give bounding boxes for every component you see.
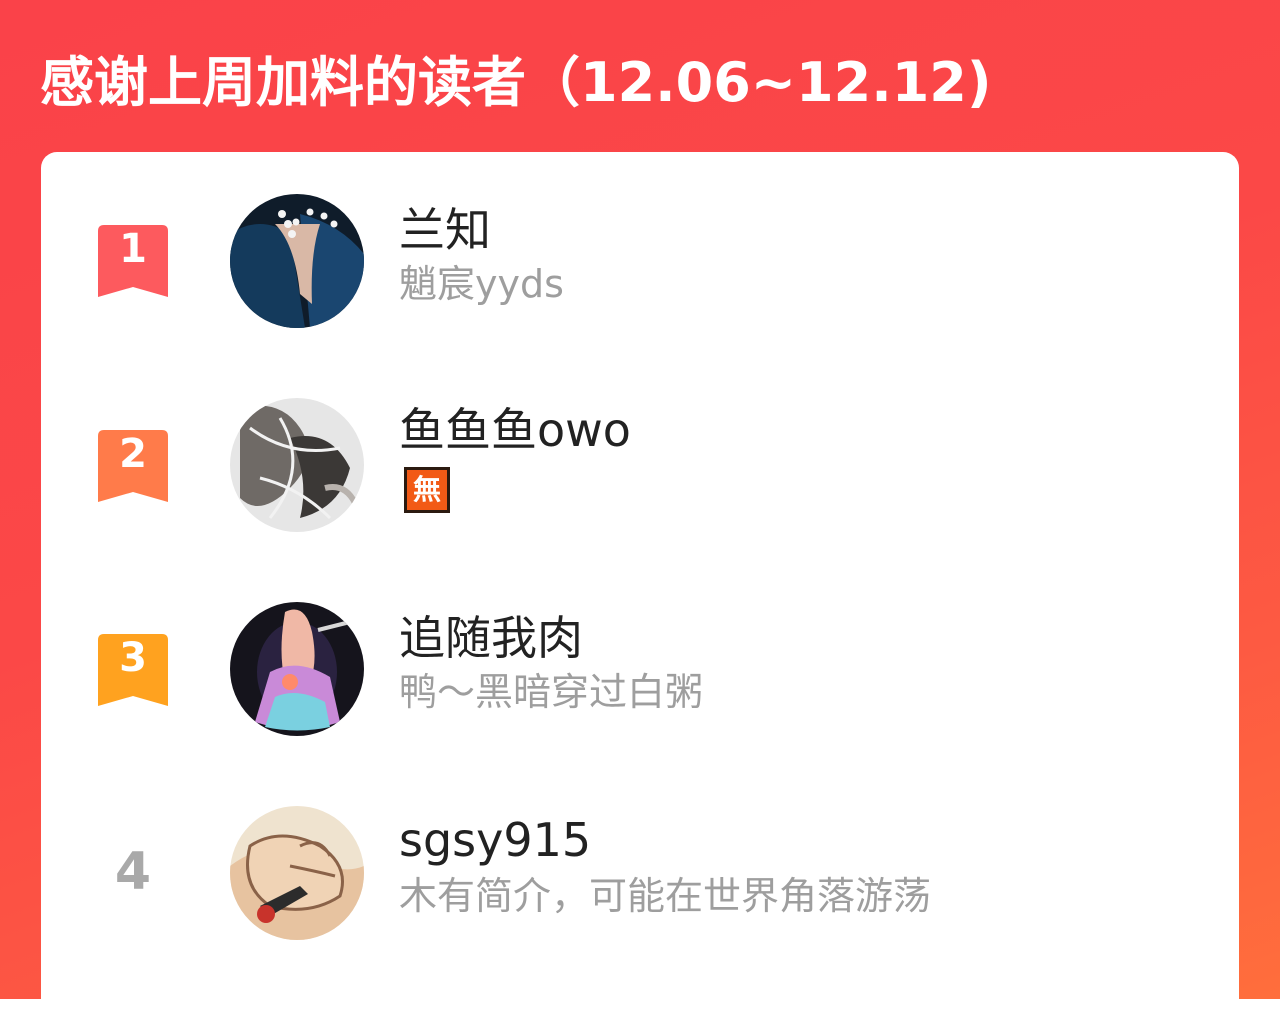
reader-row-3[interactable]: 3 追随我肉 鸭～黑暗穿过白粥 [41, 598, 1239, 748]
reader-name: 追随我肉 [399, 611, 583, 665]
rank-ribbon-icon: 3 [98, 634, 168, 706]
rank-number: 3 [119, 635, 147, 681]
badge-icon: 無 [404, 467, 450, 513]
reader-subtitle: 木有简介，可能在世界角落游荡 [399, 874, 932, 918]
reader-row-2[interactable]: 2 鱼鱼鱼owo 無 [41, 394, 1239, 544]
avatar-singer-stage-icon[interactable] [230, 602, 364, 736]
avatar-sketch-figure-icon[interactable] [230, 398, 364, 532]
reader-name: 鱼鱼鱼owo [399, 403, 631, 457]
rank-ribbon-icon: 1 [98, 225, 168, 297]
rank-ribbon-icon: 2 [98, 430, 168, 502]
page-title: 感谢上周加料的读者（12.06~12.12) [40, 51, 992, 114]
reader-list-card: 1 兰知 魈宸yyds 2 鱼鱼鱼owo 無 3 追随我肉 鸭～黑暗穿过白粥 4… [41, 152, 1239, 1032]
reader-row-4[interactable]: 4 sgsy915 木有简介，可能在世界角落游荡 [41, 802, 1239, 952]
reader-name: 兰知 [399, 203, 491, 257]
reader-subtitle: 魈宸yyds [399, 262, 564, 306]
avatar-hand-drawing-icon[interactable] [230, 806, 364, 940]
reader-row-1[interactable]: 1 兰知 魈宸yyds [41, 190, 1239, 340]
avatar-dark-blue-dress-icon[interactable] [230, 194, 364, 328]
reader-subtitle: 鸭～黑暗穿过白粥 [399, 670, 704, 714]
rank-number: 4 [114, 842, 152, 902]
rank-number: 1 [119, 226, 147, 272]
reader-name: sgsy915 [399, 813, 592, 867]
rank-number: 2 [119, 431, 147, 477]
